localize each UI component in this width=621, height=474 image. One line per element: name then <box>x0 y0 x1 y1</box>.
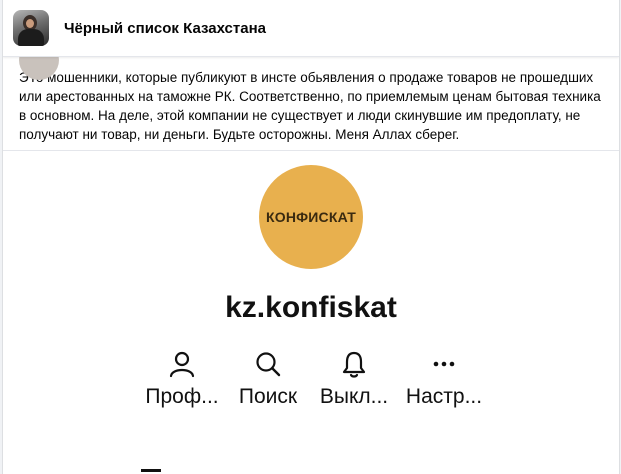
action-mute: Выкл... <box>309 349 399 409</box>
post-card: Чёрный список Казахстана ЭТо мошенники, … <box>2 0 620 474</box>
action-label-search: Поиск <box>238 385 298 408</box>
post-image[interactable]: КОНФИСКАТ kz.konfiskat Проф... Поиск Вык… <box>3 151 619 474</box>
group-avatar[interactable] <box>13 10 49 46</box>
avatar-face <box>26 19 34 28</box>
action-label-mute: Выкл... <box>319 385 389 408</box>
action-settings: Настр... <box>399 349 489 409</box>
group-title[interactable]: Чёрный список Казахстана <box>64 20 266 37</box>
post-text: ЭТо мошенники, которые публикуют в инсте… <box>19 70 601 142</box>
person-icon <box>169 351 195 378</box>
profile-username: kz.konfiskat <box>225 291 397 324</box>
bell-icon <box>342 351 366 378</box>
more-dots-icon <box>433 361 455 367</box>
profile-logo: КОНФИСКАТ <box>259 165 363 269</box>
logo-text: КОНФИСКАТ <box>266 209 356 225</box>
action-label-profile: Проф... <box>145 385 219 408</box>
group-header: Чёрный список Казахстана <box>3 0 619 57</box>
next-section-peek <box>141 463 167 474</box>
next-section-bar <box>141 469 161 472</box>
search-icon <box>256 352 281 377</box>
avatar-body <box>18 29 44 46</box>
page: Чёрный список Казахстана ЭТо мошенники, … <box>0 0 621 474</box>
action-profile: Проф... <box>137 349 227 409</box>
action-label-settings: Настр... <box>405 385 483 408</box>
action-search: Поиск <box>223 349 313 409</box>
